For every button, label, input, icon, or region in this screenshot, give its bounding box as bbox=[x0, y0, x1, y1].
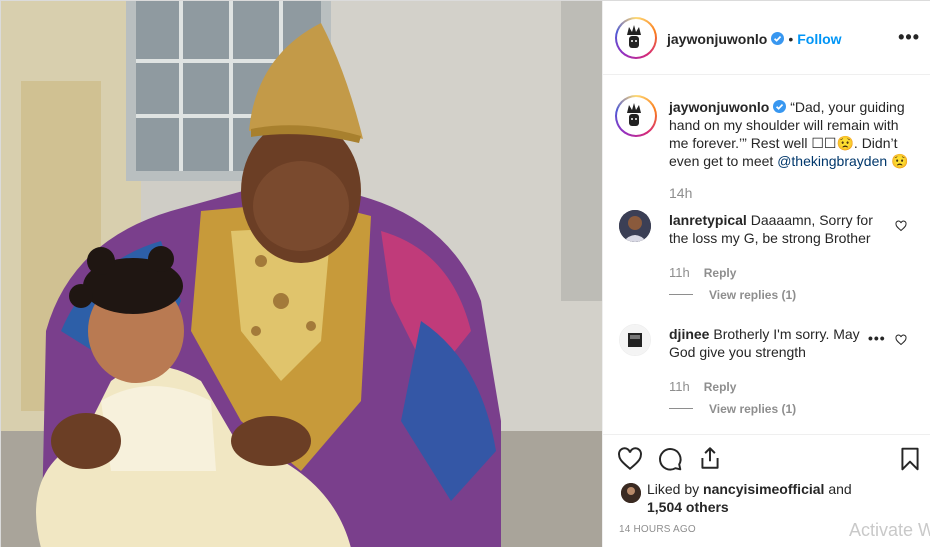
comment-2-meta: 11h Reply bbox=[669, 378, 736, 396]
like-comment-heart-icon[interactable] bbox=[895, 334, 907, 346]
post-photo[interactable] bbox=[1, 1, 602, 547]
emoji-sad-icon: 😟 bbox=[836, 135, 854, 151]
liked-by-user[interactable]: nancyisimeofficial bbox=[703, 481, 824, 497]
comment-1-meta: 11h Reply bbox=[669, 264, 736, 282]
comment-1-view-replies[interactable]: View replies (1) bbox=[669, 286, 796, 304]
follow-button[interactable]: Follow bbox=[797, 31, 841, 47]
emoji-sad-icon: 😟 bbox=[891, 153, 909, 169]
comment-more-options-icon[interactable]: ••• bbox=[868, 330, 886, 346]
comment-1: lanretypical Daaaamn, Sorry for the loss… bbox=[669, 211, 895, 247]
liked-by-joiner: and bbox=[824, 481, 852, 497]
crown-logo-icon bbox=[619, 21, 649, 51]
comment-1-timestamp[interactable]: 11h bbox=[669, 265, 690, 280]
commenter-photo bbox=[619, 210, 651, 242]
commenter-avatar[interactable] bbox=[619, 324, 651, 356]
comment-icon[interactable] bbox=[657, 446, 683, 472]
comment-1-username[interactable]: lanretypical bbox=[669, 212, 747, 228]
comment-2: djinee Brotherly I'm sorry. May God give… bbox=[669, 325, 869, 361]
comment-2-view-replies[interactable]: View replies (1) bbox=[669, 400, 796, 418]
caption-timestamp[interactable]: 14h bbox=[669, 185, 692, 201]
commenter-avatar[interactable] bbox=[619, 210, 651, 242]
separator: • bbox=[788, 31, 794, 47]
likes-summary: Liked by nancyisimeofficial and 1,504 ot… bbox=[647, 480, 887, 516]
activate-windows-watermark: Activate W bbox=[849, 520, 930, 540]
post-timestamp[interactable]: 14 HOURS AGO bbox=[619, 524, 696, 535]
view-replies-link[interactable]: View replies (1) bbox=[709, 402, 796, 416]
comment-1-reply-button[interactable]: Reply bbox=[704, 266, 737, 280]
share-icon[interactable] bbox=[697, 445, 723, 471]
verified-badge-icon bbox=[771, 32, 785, 45]
comment-2-reply-button[interactable]: Reply bbox=[704, 380, 737, 394]
mention-link[interactable]: @thekingbrayden bbox=[777, 153, 887, 169]
caption-username[interactable]: jaywonjuwonlo bbox=[669, 99, 769, 115]
author-username[interactable]: jaywonjuwonlo bbox=[667, 31, 767, 47]
liked-by-prefix: Liked by bbox=[647, 481, 704, 497]
comment-2-timestamp[interactable]: 11h bbox=[669, 379, 690, 394]
instagram-post: jaywonjuwonlo • Follow ••• jaywonjuwonlo… bbox=[0, 0, 930, 547]
author-avatar[interactable] bbox=[615, 17, 657, 59]
more-options-icon[interactable]: ••• bbox=[898, 27, 920, 48]
view-replies-link[interactable]: View replies (1) bbox=[709, 288, 796, 302]
divider-line bbox=[669, 294, 693, 296]
likes-count[interactable]: 1,504 others bbox=[647, 499, 729, 515]
emoji-squares: ☐☐ bbox=[811, 135, 837, 151]
post-side-panel: jaywonjuwonlo • Follow ••• jaywonjuwonlo… bbox=[602, 1, 930, 547]
photo-illustration bbox=[1, 1, 602, 547]
post-header: jaywonjuwonlo • Follow ••• bbox=[603, 1, 930, 75]
heart-icon[interactable] bbox=[617, 446, 643, 472]
divider-line bbox=[669, 408, 693, 410]
comment-2-username[interactable]: djinee bbox=[669, 326, 709, 342]
bookmark-icon[interactable] bbox=[897, 446, 923, 472]
crown-logo-icon bbox=[619, 99, 649, 129]
caption: jaywonjuwonlo “Dad, your guiding hand on… bbox=[669, 98, 919, 170]
commenter-photo bbox=[620, 325, 650, 355]
liker-photo bbox=[621, 483, 641, 503]
verified-badge-icon bbox=[773, 100, 787, 113]
liker-avatar[interactable] bbox=[621, 483, 641, 503]
caption-author-avatar[interactable] bbox=[615, 95, 657, 137]
like-comment-heart-icon[interactable] bbox=[895, 220, 907, 232]
comments-section: jaywonjuwonlo “Dad, your guiding hand on… bbox=[603, 76, 930, 434]
